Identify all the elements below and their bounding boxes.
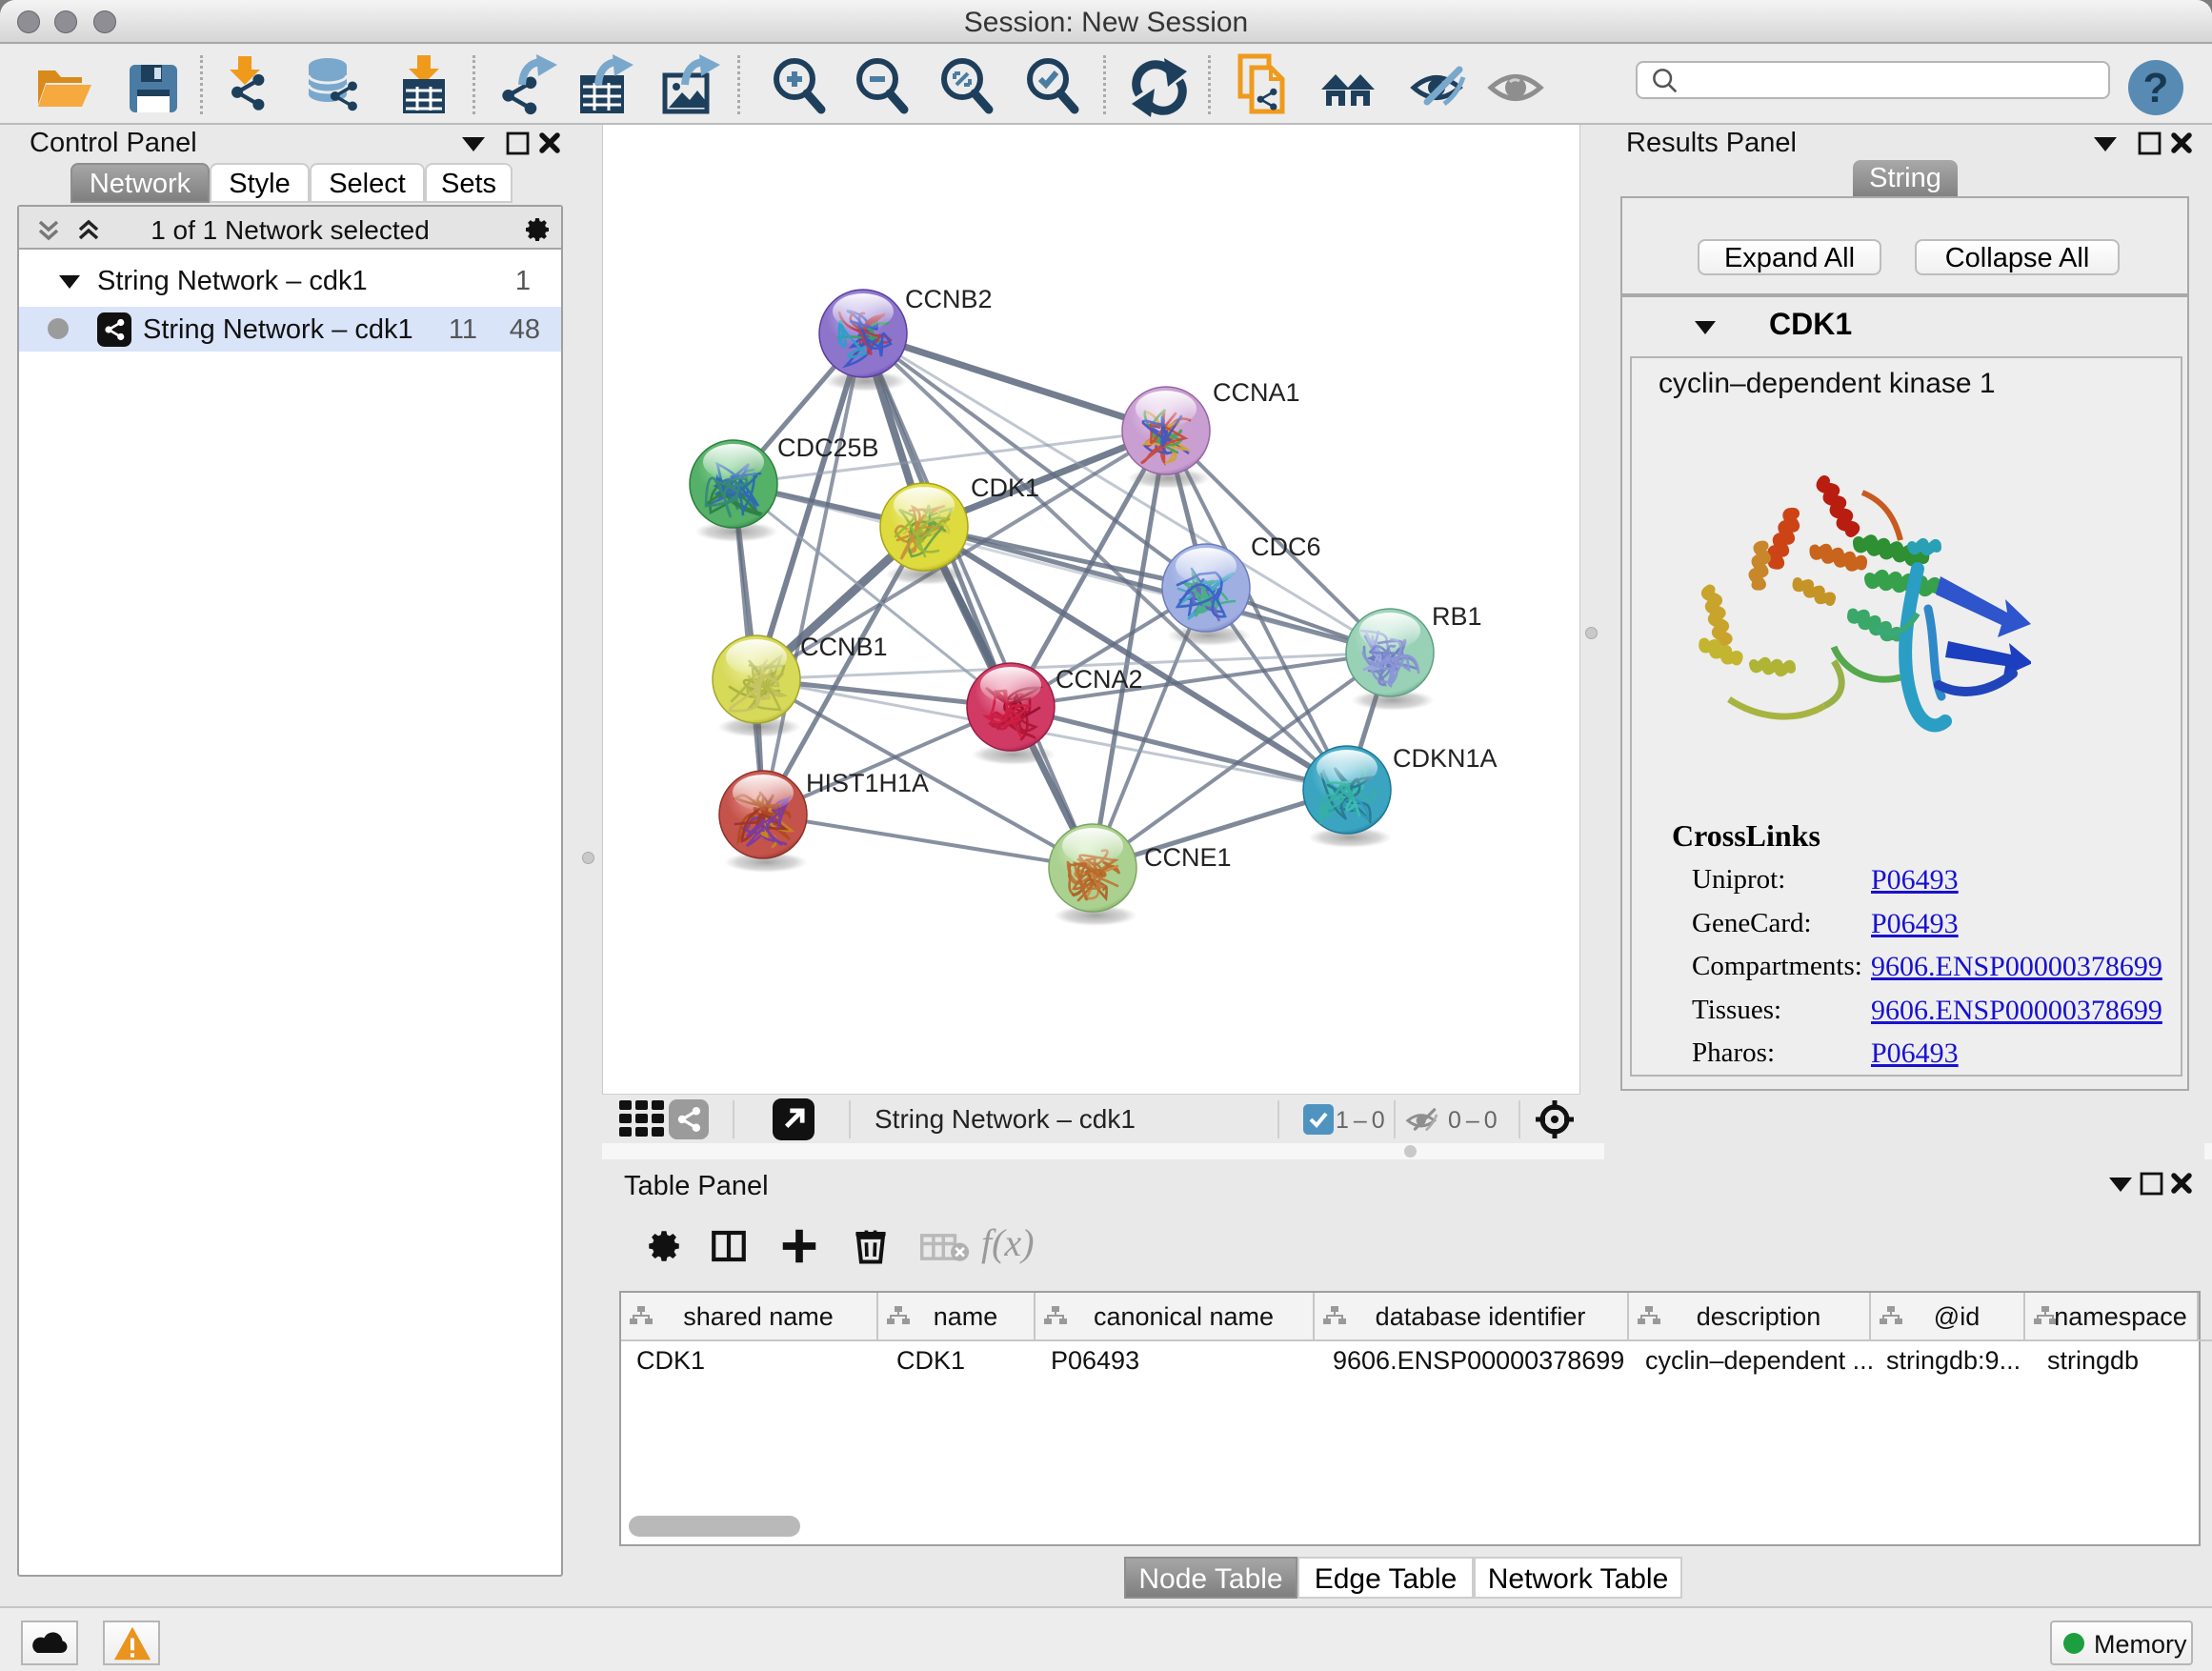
svg-text:CDC6: CDC6 <box>1251 533 1321 561</box>
svg-text:CDK1: CDK1 <box>971 473 1039 502</box>
svg-text:RB1: RB1 <box>1432 602 1482 631</box>
svg-text:?: ? <box>2143 65 2169 111</box>
svg-text:CCNA1: CCNA1 <box>1213 378 1300 407</box>
svg-text:CCNB1: CCNB1 <box>800 633 888 661</box>
svg-text:CCNB2: CCNB2 <box>905 285 993 313</box>
svg-text:HIST1H1A: HIST1H1A <box>806 769 929 797</box>
svg-text:CDKN1A: CDKN1A <box>1393 744 1498 773</box>
svg-text:CCNE1: CCNE1 <box>1144 843 1232 872</box>
svg-text:CCNA2: CCNA2 <box>1056 665 1143 694</box>
svg-text:CDC25B: CDC25B <box>777 433 879 462</box>
